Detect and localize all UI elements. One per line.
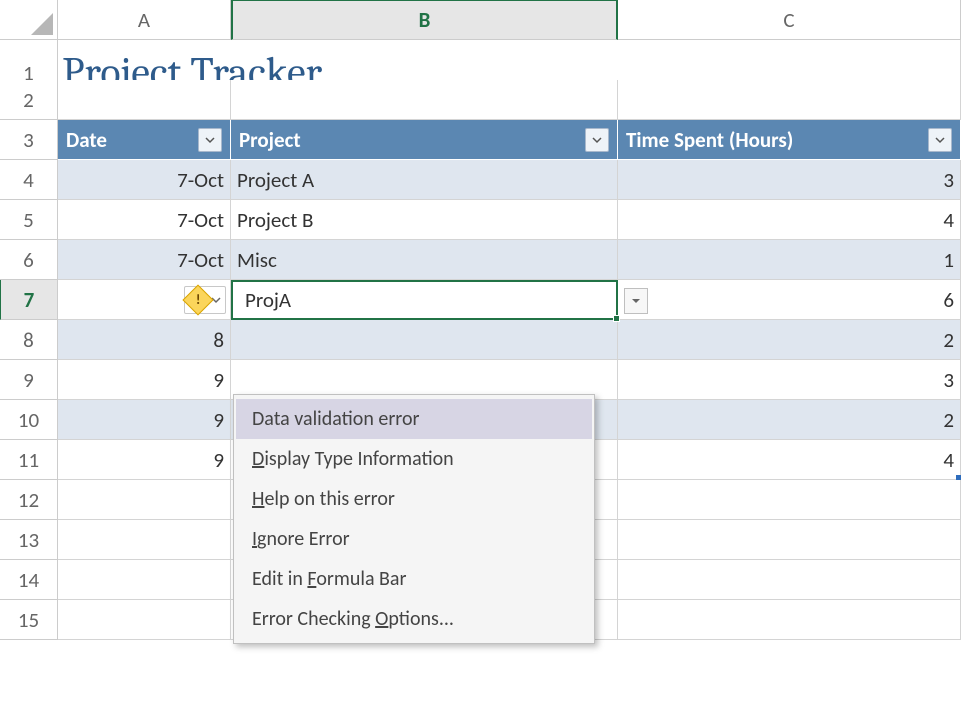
cell-A9[interactable]: 9 [58,360,231,400]
menu-item-error-options[interactable]: Error Checking Options... [236,599,592,639]
active-cell-value: ProjA [239,287,291,313]
cell-B6[interactable]: Misc [231,240,618,280]
cell-A15[interactable] [58,600,231,640]
menu-item-display-type[interactable]: Display Type Information [236,439,592,479]
cell-A4[interactable]: 7-Oct [58,160,231,200]
col-header-A[interactable]: A [58,0,231,40]
chevron-down-icon [205,135,215,145]
row-header-7[interactable]: 7 [0,280,58,320]
filter-button-project[interactable] [585,128,609,152]
row-header-14[interactable]: 14 [0,560,58,600]
row-header-8[interactable]: 8 [0,320,58,360]
cell-A6[interactable]: 7-Oct [58,240,231,280]
cell-C9[interactable]: 3 [618,360,961,400]
chevron-down-icon [631,297,641,305]
row-header-15[interactable]: 15 [0,600,58,640]
cell-A14[interactable] [58,560,231,600]
cell-C7[interactable]: 6 [618,280,961,320]
row-header-9[interactable]: 9 [0,360,58,400]
row-header-4[interactable]: 4 [0,160,58,200]
cell-A5[interactable]: 7-Oct [58,200,231,240]
row-header-13[interactable]: 13 [0,520,58,560]
cell-C10[interactable]: 2 [618,400,961,440]
table-header-date[interactable]: Date [58,120,231,160]
cell-C2[interactable] [618,80,961,120]
header-label-project: Project [239,127,301,153]
data-validation-dropdown[interactable] [624,288,648,314]
menu-item-help[interactable]: Help on this error [236,479,592,519]
header-label-date: Date [66,127,107,153]
table-header-time[interactable]: Time Spent (Hours) [618,120,961,160]
cell-B7-active[interactable]: ! ProjA [231,280,618,320]
cell-A12[interactable] [58,480,231,520]
error-context-menu: Data validation error Display Type Infor… [233,394,595,644]
row-header-5[interactable]: 5 [0,200,58,240]
header-label-time: Time Spent (Hours) [626,127,793,153]
row-header-11[interactable]: 11 [0,440,58,480]
cell-C11[interactable]: 4 [618,440,961,480]
cell-C8[interactable]: 2 [618,320,961,360]
cell-C4[interactable]: 3 [618,160,961,200]
row-header-12[interactable]: 12 [0,480,58,520]
warning-icon: ! [182,284,213,315]
error-smart-tag[interactable]: ! [184,286,226,314]
cell-A10[interactable]: 9 [58,400,231,440]
cell-C5[interactable]: 4 [618,200,961,240]
menu-item-validation-error[interactable]: Data validation error [236,399,592,439]
chevron-down-icon [935,135,945,145]
col-header-C[interactable]: C [618,0,961,40]
cell-B5[interactable]: Project B [231,200,618,240]
fill-handle[interactable] [613,315,620,322]
cell-C15[interactable] [618,600,961,640]
cell-A2[interactable] [58,80,231,120]
menu-item-ignore[interactable]: Ignore Error [236,519,592,559]
table-header-project[interactable]: Project [231,120,618,160]
cell-C12[interactable] [618,480,961,520]
filter-button-time[interactable] [928,128,952,152]
cell-C6[interactable]: 1 [618,240,961,280]
col-header-B[interactable]: B [231,0,618,40]
cell-A8[interactable]: 8 [58,320,231,360]
cell-value: 4 [943,447,954,473]
row-header-6[interactable]: 6 [0,240,58,280]
cell-B8[interactable] [231,320,618,360]
cell-B4[interactable]: Project A [231,160,618,200]
chevron-down-icon [592,135,602,145]
filter-button-date[interactable] [198,128,222,152]
row-header-10[interactable]: 10 [0,400,58,440]
cell-B2[interactable] [231,80,618,120]
cell-A13[interactable] [58,520,231,560]
cell-C14[interactable] [618,560,961,600]
cell-C13[interactable] [618,520,961,560]
row-header-3[interactable]: 3 [0,120,58,160]
cell-A11[interactable]: 9 [58,440,231,480]
row-header-2[interactable]: 2 [0,80,58,120]
menu-item-edit-formula[interactable]: Edit in Formula Bar [236,559,592,599]
select-all-corner[interactable] [0,0,58,40]
